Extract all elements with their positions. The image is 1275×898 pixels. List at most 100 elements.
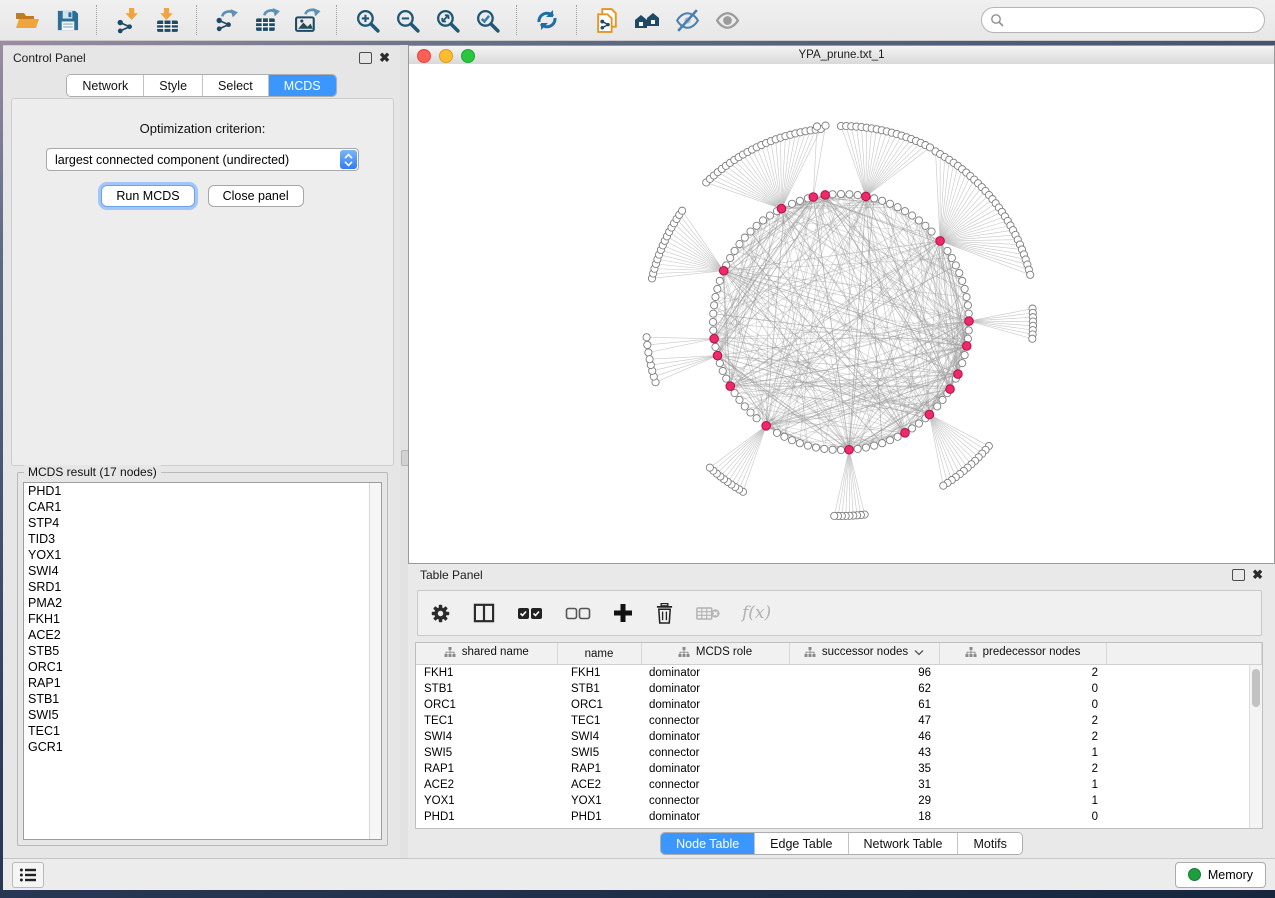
mcds-result-item[interactable]: ORC1 xyxy=(24,659,381,675)
mcds-result-list[interactable]: PHD1CAR1STP4TID3YOX1SWI4SRD1PMA2FKH1ACE2… xyxy=(23,482,382,840)
window-close-button[interactable] xyxy=(417,49,431,63)
graph-node[interactable] xyxy=(944,247,951,254)
table-row[interactable]: TEC1TEC1connector472 xyxy=(416,713,1262,729)
graph-node[interactable] xyxy=(753,415,760,422)
new-network-from-selection-button[interactable] xyxy=(590,4,624,36)
graph-node[interactable] xyxy=(644,341,651,348)
graph-node[interactable] xyxy=(822,122,829,129)
graph-node[interactable] xyxy=(964,302,971,309)
tab-select[interactable]: Select xyxy=(203,75,269,96)
graph-node[interactable] xyxy=(959,277,966,284)
delete-column-button[interactable] xyxy=(655,603,674,624)
graph-hub-node-selected[interactable] xyxy=(862,192,871,201)
graph-hub-node-selected[interactable] xyxy=(954,370,963,379)
graph-hub-node-selected[interactable] xyxy=(936,237,945,246)
network-window-titlebar[interactable]: YPA_prune.txt_1 xyxy=(409,46,1274,65)
table-settings-button[interactable] xyxy=(430,603,451,624)
graph-node[interactable] xyxy=(643,334,650,341)
tab-style[interactable]: Style xyxy=(144,75,203,96)
graph-node[interactable] xyxy=(813,123,820,130)
mcds-result-item[interactable]: FKH1 xyxy=(24,611,381,627)
zoom-selected-button[interactable] xyxy=(470,4,504,36)
graph-node[interactable] xyxy=(646,356,653,363)
mcds-result-item[interactable]: SWI4 xyxy=(24,563,381,579)
graph-hub-node-selected[interactable] xyxy=(821,191,830,200)
graph-node[interactable] xyxy=(915,420,922,427)
run-mcds-button[interactable]: Run MCDS xyxy=(101,185,194,207)
mcds-result-item[interactable]: STB5 xyxy=(24,643,381,659)
graph-node[interactable] xyxy=(736,240,743,247)
graph-node[interactable] xyxy=(788,437,795,444)
graph-hub-node-selected[interactable] xyxy=(710,334,719,343)
table-scrollbar-thumb[interactable] xyxy=(1252,669,1260,707)
graph-hub-node-selected[interactable] xyxy=(901,429,910,438)
zoom-fit-button[interactable] xyxy=(430,4,464,36)
graph-node[interactable] xyxy=(862,444,869,451)
graph-node[interactable] xyxy=(831,512,838,519)
save-session-button[interactable] xyxy=(50,4,84,36)
graph-hub-node-selected[interactable] xyxy=(713,351,722,360)
table-row[interactable]: STB1STB1dominator620 xyxy=(416,681,1262,697)
graph-hub-node-selected[interactable] xyxy=(925,410,934,419)
column-header-shared-name[interactable]: shared name xyxy=(416,643,557,665)
export-image-button[interactable] xyxy=(290,4,324,36)
graph-node[interactable] xyxy=(922,222,929,229)
tab-motifs[interactable]: Motifs xyxy=(958,833,1021,854)
graph-hub-node-selected[interactable] xyxy=(726,382,735,391)
graph-node[interactable] xyxy=(753,222,760,229)
graph-hub-node-selected[interactable] xyxy=(965,317,974,326)
table-row[interactable]: ORC1ORC1dominator610 xyxy=(416,697,1262,713)
table-row[interactable]: ACE2ACE2connector311 xyxy=(416,777,1262,793)
mcds-result-item[interactable]: TEC1 xyxy=(24,723,381,739)
graph-node[interactable] xyxy=(723,375,730,382)
graph-node[interactable] xyxy=(952,262,959,269)
graph-node[interactable] xyxy=(736,396,743,403)
graph-node[interactable] xyxy=(939,396,946,403)
graph-node[interactable] xyxy=(965,310,972,317)
graph-node[interactable] xyxy=(837,190,844,197)
graph-node[interactable] xyxy=(710,302,717,309)
unselect-all-columns-button[interactable] xyxy=(565,607,591,620)
first-neighbors-button[interactable] xyxy=(630,4,664,36)
column-header-successor-nodes[interactable]: successor nodes xyxy=(789,643,939,665)
table-row[interactable]: RAP1RAP1dominator352 xyxy=(416,761,1262,777)
graph-node[interactable] xyxy=(956,269,963,276)
mcds-list-scrollbar[interactable] xyxy=(369,483,381,839)
graph-node[interactable] xyxy=(948,254,955,261)
import-network-button[interactable] xyxy=(110,4,144,36)
memory-button[interactable]: Memory xyxy=(1175,862,1266,888)
graph-node[interactable] xyxy=(963,293,970,300)
graph-hub-node-selected[interactable] xyxy=(809,193,818,202)
graph-node[interactable] xyxy=(709,318,716,325)
mcds-result-item[interactable]: STB1 xyxy=(24,691,381,707)
graph-node[interactable] xyxy=(710,327,717,334)
mcds-result-item[interactable]: PHD1 xyxy=(24,483,381,499)
graph-node[interactable] xyxy=(894,433,901,440)
table-row[interactable]: SWI5SWI5connector431 xyxy=(416,745,1262,761)
graph-node[interactable] xyxy=(964,335,971,342)
graph-node[interactable] xyxy=(759,217,766,224)
create-column-button[interactable] xyxy=(613,603,633,623)
column-header-predecessor-nodes[interactable]: predecessor nodes xyxy=(939,643,1106,665)
graph-node[interactable] xyxy=(710,310,717,317)
graph-node[interactable] xyxy=(706,464,713,471)
hide-selected-button[interactable] xyxy=(670,4,704,36)
graph-node[interactable] xyxy=(741,403,748,410)
graph-node[interactable] xyxy=(731,247,738,254)
graph-node[interactable] xyxy=(940,482,947,489)
graph-node[interactable] xyxy=(678,207,685,214)
open-file-button[interactable] xyxy=(10,4,44,36)
graph-node[interactable] xyxy=(812,444,819,451)
graph-node[interactable] xyxy=(712,293,719,300)
mcds-result-item[interactable]: ACE2 xyxy=(24,627,381,643)
graph-node[interactable] xyxy=(934,403,941,410)
graph-node[interactable] xyxy=(854,191,861,198)
graph-node[interactable] xyxy=(879,197,886,204)
graph-node[interactable] xyxy=(747,409,754,416)
table-row[interactable]: PHD1PHD1dominator180 xyxy=(416,809,1262,825)
float-panel-icon[interactable] xyxy=(359,52,372,64)
graph-node[interactable] xyxy=(788,200,795,207)
mcds-result-item[interactable]: SRD1 xyxy=(24,579,381,595)
tab-network[interactable]: Network xyxy=(67,75,144,96)
mcds-result-item[interactable]: CAR1 xyxy=(24,499,381,515)
